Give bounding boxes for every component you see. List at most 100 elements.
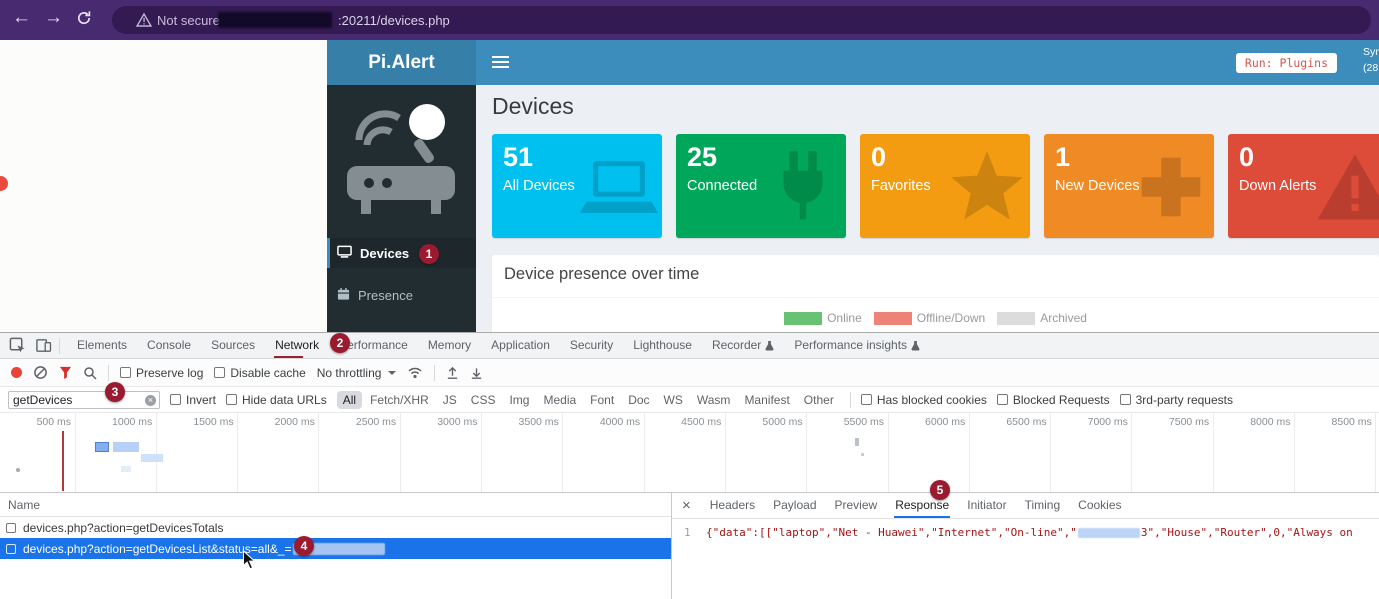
request-row-selected[interactable]: devices.php?action=getDevicesList&status…	[0, 538, 671, 559]
checkbox[interactable]	[214, 367, 225, 378]
tab-timing[interactable]: Timing	[1016, 493, 1070, 518]
sidebar-item-presence[interactable]: Presence	[327, 280, 476, 310]
network-conditions-icon[interactable]	[407, 366, 423, 379]
invert-checkbox[interactable]: Invert	[170, 393, 216, 407]
checkbox[interactable]	[170, 394, 181, 405]
tab-performance-insights[interactable]: Performance insights	[784, 333, 930, 358]
pill-media[interactable]: Media	[537, 391, 582, 409]
export-har-icon[interactable]	[446, 366, 459, 380]
tab-initiator[interactable]: Initiator	[958, 493, 1015, 518]
hamburger-icon[interactable]	[492, 56, 509, 71]
timeline-tick: 2000 ms	[245, 416, 315, 428]
pill-fetch-xhr[interactable]: Fetch/XHR	[364, 391, 435, 409]
tab-cookies[interactable]: Cookies	[1069, 493, 1130, 518]
search-icon[interactable]	[83, 366, 97, 380]
device-toolbar-icon[interactable]	[35, 337, 52, 354]
pill-doc[interactable]: Doc	[622, 391, 655, 409]
tab-response[interactable]: Response	[886, 493, 958, 518]
flask-icon	[911, 340, 920, 351]
import-har-icon[interactable]	[470, 366, 483, 380]
tab-headers[interactable]: Headers	[701, 493, 764, 518]
timeline-gridline	[1294, 413, 1295, 492]
annotation-badge-1: 1	[419, 244, 439, 264]
clear-icon[interactable]	[33, 365, 48, 380]
timeline-tick: 1500 ms	[164, 416, 234, 428]
pill-wasm[interactable]: Wasm	[691, 391, 737, 409]
legend-offline: Offline/Down	[874, 311, 985, 325]
legend-label: Offline/Down	[917, 311, 985, 325]
inspect-icon[interactable]	[9, 337, 26, 354]
request-row[interactable]: devices.php?action=getDevicesTotals	[0, 517, 671, 538]
card-value: 1	[1055, 142, 1070, 173]
checkbox[interactable]	[226, 394, 237, 405]
checkbox[interactable]	[6, 544, 16, 554]
has-blocked-cookies-checkbox[interactable]: Has blocked cookies	[861, 393, 987, 407]
card-favorites[interactable]: 0 Favorites	[860, 134, 1030, 238]
checkbox-label: Hide data URLs	[242, 393, 327, 407]
card-down-alerts[interactable]: 0 Down Alerts	[1228, 134, 1379, 238]
request-detail-pane: × Headers Payload Preview Response Initi…	[672, 493, 1379, 599]
close-icon[interactable]: ×	[672, 497, 701, 514]
record-icon[interactable]	[11, 367, 22, 378]
throttling-dropdown[interactable]: No throttling	[317, 366, 397, 380]
refresh-icon[interactable]	[76, 10, 92, 32]
pill-font[interactable]: Font	[584, 391, 620, 409]
network-bottom-split: Name devices.php?action=getDevicesTotals…	[0, 493, 1379, 599]
pill-all[interactable]: All	[337, 391, 362, 409]
checkbox[interactable]	[861, 394, 872, 405]
back-icon[interactable]: ←	[12, 7, 31, 29]
pill-css[interactable]: CSS	[465, 391, 502, 409]
checkbox[interactable]	[6, 523, 16, 533]
tab-security[interactable]: Security	[560, 333, 623, 358]
tab-payload[interactable]: Payload	[764, 493, 825, 518]
hide-data-urls-checkbox[interactable]: Hide data URLs	[226, 393, 327, 407]
card-all-devices[interactable]: 51 All Devices	[492, 134, 662, 238]
devtools-tabbar: Elements Console Sources Network Perform…	[0, 333, 1379, 359]
pill-manifest[interactable]: Manifest	[738, 391, 795, 409]
blocked-requests-checkbox[interactable]: Blocked Requests	[997, 393, 1110, 407]
forward-icon[interactable]: →	[44, 7, 63, 29]
response-viewer[interactable]: 1 {"data":[["laptop","Net - Huawei","Int…	[672, 519, 1379, 599]
preserve-log-checkbox[interactable]: Preserve log	[120, 366, 203, 380]
throttling-value: No throttling	[317, 366, 382, 380]
run-plugins-button[interactable]: Run: Plugins	[1236, 53, 1337, 73]
devtools-panel: Elements Console Sources Network Perform…	[0, 332, 1379, 599]
timeline-gridline	[725, 413, 726, 492]
request-list-header[interactable]: Name	[0, 493, 671, 517]
tab-memory[interactable]: Memory	[418, 333, 481, 358]
pill-js[interactable]: JS	[437, 391, 463, 409]
card-connected[interactable]: 25 Connected	[676, 134, 846, 238]
sidebar-item-devices[interactable]: Devices	[327, 238, 476, 268]
tab-console[interactable]: Console	[137, 333, 201, 358]
response-text: 3","House","Router",0,"Always on	[1141, 526, 1353, 539]
tab-preview[interactable]: Preview	[826, 493, 887, 518]
tab-recorder[interactable]: Recorder	[702, 333, 784, 358]
timeline-gridline	[156, 413, 157, 492]
filter-funnel-icon[interactable]	[59, 366, 72, 379]
app-brand[interactable]: Pi.Alert	[327, 40, 476, 85]
tab-sources[interactable]: Sources	[201, 333, 265, 358]
disable-cache-checkbox[interactable]: Disable cache	[214, 366, 305, 380]
tab-elements[interactable]: Elements	[67, 333, 137, 358]
pill-ws[interactable]: WS	[658, 391, 689, 409]
card-new-devices[interactable]: 1 New Devices	[1044, 134, 1214, 238]
tab-lighthouse[interactable]: Lighthouse	[623, 333, 702, 358]
response-text: {"data":[["laptop","Net - Huawei","Inter…	[706, 526, 1077, 539]
annotation-badge-5: 5	[930, 480, 950, 500]
tab-application[interactable]: Application	[481, 333, 560, 358]
checkbox[interactable]	[120, 367, 131, 378]
address-bar[interactable]: Not secure :20211/devices.php	[112, 6, 1371, 34]
third-party-requests-checkbox[interactable]: 3rd-party requests	[1120, 393, 1233, 407]
request-list: Name devices.php?action=getDevicesTotals…	[0, 493, 672, 599]
tab-network[interactable]: Network	[265, 333, 329, 358]
pill-img[interactable]: Img	[503, 391, 535, 409]
pill-other[interactable]: Other	[798, 391, 840, 409]
checkbox[interactable]	[1120, 394, 1131, 405]
clear-filter-icon[interactable]: ×	[145, 395, 156, 406]
checkbox[interactable]	[997, 394, 1008, 405]
timeline-gridline	[806, 413, 807, 492]
legend-swatch	[997, 312, 1035, 325]
flask-icon	[765, 340, 774, 351]
network-timeline[interactable]: 500 ms 1000 ms 1500 ms 2000 ms 2500 ms 3…	[0, 413, 1379, 493]
sidebar-item-label: Devices	[360, 246, 409, 261]
